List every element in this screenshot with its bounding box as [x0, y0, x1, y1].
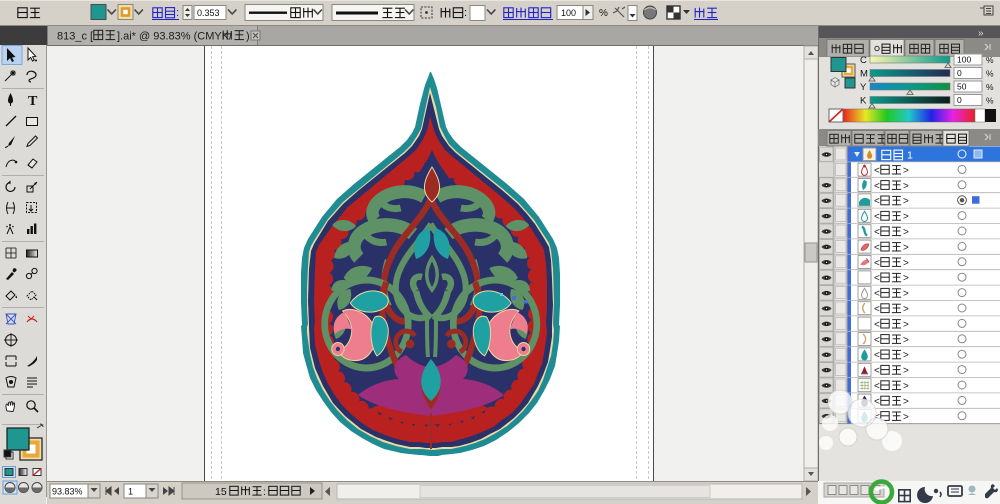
svg-text:<: < [874, 196, 880, 207]
svg-text:>: > [903, 335, 909, 346]
svg-text:>: > [903, 212, 909, 223]
svg-text:].ai* @ 93.83% (CMYK/: ].ai* @ 93.83% (CMYK/ [117, 31, 233, 43]
svg-text:): ) [246, 31, 250, 43]
svg-text:<: < [874, 273, 880, 284]
svg-text:0.353: 0.353 [197, 8, 220, 18]
svg-text:>: > [903, 273, 909, 284]
svg-text:50: 50 [957, 82, 967, 92]
svg-text:<: < [874, 381, 880, 392]
svg-text:>: > [903, 319, 909, 330]
svg-text:0: 0 [957, 68, 962, 78]
svg-text:0: 0 [957, 95, 962, 105]
svg-text:>: > [903, 242, 909, 253]
svg-text:>: > [903, 196, 909, 207]
svg-text:15: 15 [215, 486, 227, 498]
svg-text::: : [549, 7, 552, 19]
svg-text:<: < [874, 319, 880, 330]
svg-text:<: < [874, 396, 880, 407]
svg-text:M: M [860, 69, 868, 80]
svg-text::: : [464, 7, 467, 19]
svg-text:100: 100 [561, 8, 576, 18]
svg-text:C: C [860, 55, 867, 66]
svg-text:>: > [903, 381, 909, 392]
svg-text:>: > [903, 366, 909, 377]
svg-text:>: > [903, 396, 909, 407]
svg-text:100: 100 [957, 55, 971, 65]
svg-text:%: % [986, 55, 994, 65]
svg-text:<: < [874, 366, 880, 377]
svg-text:1: 1 [128, 487, 133, 497]
svg-text:>: > [903, 350, 909, 361]
svg-text:%: % [599, 8, 608, 19]
svg-text:»: » [978, 28, 984, 39]
svg-text:>: > [903, 289, 909, 300]
svg-text:%: % [986, 69, 994, 79]
svg-text:<: < [874, 227, 880, 238]
svg-text:<: < [874, 258, 880, 269]
svg-text:<: < [874, 181, 880, 192]
svg-text:1: 1 [907, 150, 913, 162]
svg-text:>: > [903, 181, 909, 192]
svg-text::: : [176, 7, 179, 19]
svg-text:<: < [874, 350, 880, 361]
svg-text:813_c [: 813_c [ [57, 31, 93, 43]
svg-text:>: > [903, 304, 909, 315]
svg-text:<: < [874, 304, 880, 315]
svg-text:93.83%: 93.83% [52, 487, 83, 497]
svg-text:%: % [986, 82, 994, 92]
svg-text:<: < [874, 165, 880, 176]
svg-text:<: < [874, 212, 880, 223]
svg-text:K: K [860, 96, 867, 107]
svg-text:<: < [874, 289, 880, 300]
svg-text::: : [263, 486, 266, 498]
svg-text:>: > [903, 165, 909, 176]
svg-text:<: < [874, 335, 880, 346]
svg-text:Y: Y [860, 82, 867, 93]
svg-text:%: % [986, 96, 994, 106]
svg-text:>: > [903, 412, 909, 423]
svg-text:<: < [874, 242, 880, 253]
svg-text:>: > [903, 258, 909, 269]
svg-text:T: T [28, 94, 38, 109]
svg-text:>: > [903, 227, 909, 238]
